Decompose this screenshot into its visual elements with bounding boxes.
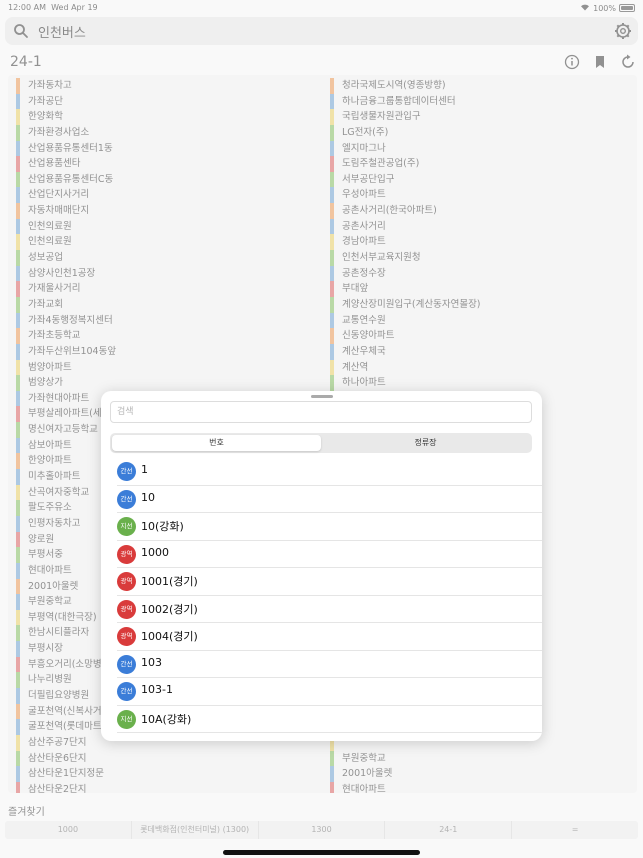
route-type-badge: 광역	[117, 627, 136, 646]
route-row[interactable]: 지선 10A(강화)	[117, 706, 542, 733]
route-type-badge: 광역	[117, 599, 136, 619]
route-number: 1004(경기)	[141, 630, 198, 643]
route-type-badge: 간선	[117, 682, 136, 701]
route-row[interactable]: 간선 103	[117, 651, 542, 678]
route-list: 간선 1 간선 10 지선 10(강화) 광역 1000 광역 1001(경기) 광역 1002(경기…	[101, 458, 542, 733]
route-row[interactable]: 간선 10	[117, 486, 542, 513]
route-search-input[interactable]: 검색	[110, 401, 532, 423]
route-number: 1001(경기)	[141, 575, 198, 588]
route-row[interactable]: 광역 1001(경기)	[117, 568, 542, 596]
route-row[interactable]: 간선 103-1	[117, 678, 542, 706]
search-mode-segmented: 번호 정류장	[110, 433, 532, 453]
route-type-badge: 간선	[117, 489, 136, 509]
route-number: 1002(경기)	[141, 602, 198, 616]
route-number: 1	[141, 463, 148, 476]
tab-number[interactable]: 번호	[112, 435, 321, 451]
route-number: 103-1	[141, 683, 173, 696]
route-number: 10	[141, 490, 155, 504]
route-row[interactable]: 광역 1000	[117, 541, 542, 568]
route-number: 10A(강화)	[141, 712, 192, 726]
route-type-badge: 광역	[117, 572, 136, 591]
route-row[interactable]: 간선 1	[117, 458, 542, 486]
route-type-badge: 간선	[117, 462, 136, 481]
tab-stop[interactable]: 정류장	[321, 435, 530, 451]
route-number: 10(강화)	[141, 520, 184, 533]
home-indicator	[223, 850, 420, 855]
route-row[interactable]: 광역 1004(경기)	[117, 623, 542, 651]
route-type-badge: 간선	[117, 654, 136, 674]
route-type-badge: 지선	[117, 517, 136, 536]
route-type-badge: 지선	[117, 709, 136, 729]
sheet-grabber[interactable]	[311, 395, 333, 398]
route-type-badge: 광역	[117, 544, 136, 564]
route-row[interactable]: 광역 1002(경기)	[117, 596, 542, 623]
route-number: 1000	[141, 545, 169, 559]
route-number: 103	[141, 655, 162, 669]
route-search-sheet: 검색 번호 정류장 간선 1 간선 10 지선 10(강화) 광역 1000 광역 1001(경기…	[101, 391, 542, 741]
route-row[interactable]: 지선 10(강화)	[117, 513, 542, 541]
